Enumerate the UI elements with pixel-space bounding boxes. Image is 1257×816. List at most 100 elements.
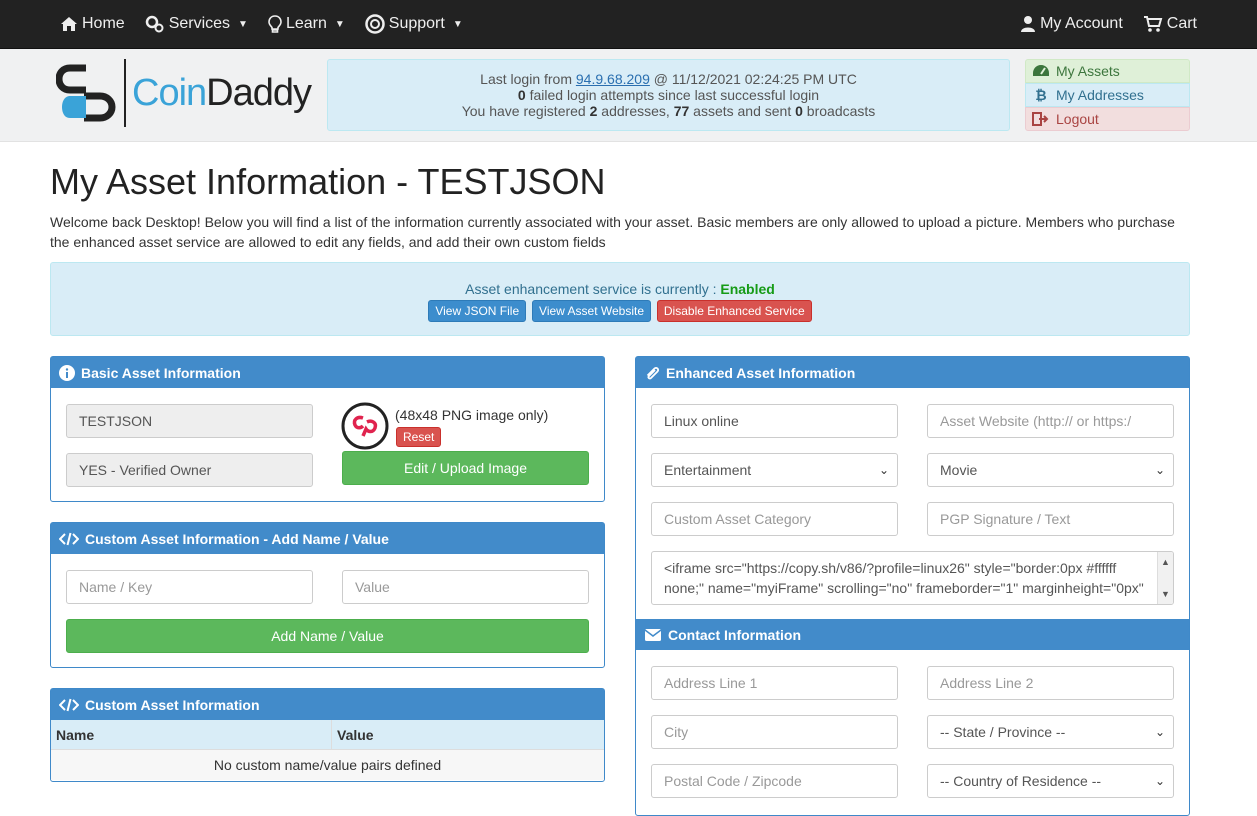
view-website-button[interactable]: View Asset Website (532, 300, 651, 322)
asset-name-field[interactable]: TESTJSON (66, 404, 313, 438)
upload-image-button[interactable]: Edit / Upload Image (342, 451, 589, 485)
caret-down-icon: ▼ (334, 18, 345, 30)
status-enabled-value: Enabled (720, 281, 775, 297)
nav-my-account-label: My Account (1040, 15, 1123, 32)
logo-wordmark: CoinDaddy (132, 71, 312, 114)
nav-support[interactable]: Support ▼ (365, 14, 463, 34)
basic-asset-panel: Basic Asset Information TESTJSON YES - V… (50, 356, 605, 502)
custom-category-input[interactable]: Custom Asset Category (651, 502, 898, 536)
account-menu: My Assets ₿ My Addresses Logout (1025, 59, 1190, 131)
page-intro: Welcome back Desktop! Below you will fin… (50, 214, 1175, 250)
textarea-scrollbar[interactable]: ▲ ▼ (1157, 552, 1173, 604)
custom-table-empty: No custom name/value pairs defined (51, 750, 604, 780)
address-line-1-input[interactable]: Address Line 1 (651, 666, 898, 700)
description-line-1: <iframe src="https://copy.sh/v86/?profil… (664, 560, 1117, 576)
custom-table-header: Name Value (51, 720, 604, 750)
info-circle-icon (59, 364, 75, 381)
code-icon (59, 698, 79, 711)
menu-my-assets[interactable]: My Assets (1025, 59, 1190, 83)
header-band: CoinDaddy Last login from 94.9.68.209 @ … (0, 49, 1257, 142)
add-name-value-button[interactable]: Add Name / Value (66, 619, 589, 653)
menu-my-addresses[interactable]: ₿ My Addresses (1025, 83, 1190, 107)
nav-support-label: Support (388, 15, 445, 32)
nav-home[interactable]: Home (60, 15, 125, 33)
description-textarea[interactable]: <iframe src="https://copy.sh/v86/?profil… (651, 551, 1174, 605)
menu-logout[interactable]: Logout (1025, 107, 1190, 131)
coindaddy-logo-mark (56, 64, 116, 122)
last-login-info: Last login from 94.9.68.209 @ 11/12/2021… (327, 59, 1010, 131)
description-line-2: none;" name="myiFrame" scrolling="no" fr… (664, 580, 1144, 596)
gears-icon (145, 15, 164, 33)
bitcoin-icon: ₿ (1035, 87, 1047, 103)
code-icon (59, 532, 79, 545)
status-actions: View JSON File View Asset Website Disabl… (51, 300, 1189, 322)
login-ip-link[interactable]: 94.9.68.209 (576, 71, 650, 87)
nav-services[interactable]: Services ▼ (145, 15, 248, 33)
nav-left: Home Services ▼ Learn ▼ Support ▼ (60, 14, 463, 34)
enhancement-status-box: Asset enhancement service is currently :… (50, 262, 1190, 336)
scroll-up-icon[interactable]: ▲ (1161, 552, 1170, 572)
column-name: Name (51, 720, 332, 749)
contact-info-header: Contact Information (636, 619, 1189, 650)
nav-learn[interactable]: Learn ▼ (268, 15, 345, 33)
main-content: My Asset Information - TESTJSON Welcome … (50, 142, 1190, 262)
coindaddy-logo[interactable]: CoinDaddy (56, 59, 312, 127)
cart-icon (1143, 16, 1163, 32)
failed-attempts-line: 0 failed login attempts since last succe… (517, 87, 820, 103)
nav-my-account[interactable]: My Account (1020, 15, 1123, 33)
nav-cart-label: Cart (1166, 15, 1197, 32)
reset-image-button[interactable]: Reset (396, 427, 442, 447)
custom-list-header: Custom Asset Information (51, 689, 604, 720)
nav-services-label: Services (168, 15, 231, 32)
basic-asset-header: Basic Asset Information (51, 357, 604, 388)
last-login-line: Last login from 94.9.68.209 @ 11/12/2021… (480, 71, 857, 87)
page-title: My Asset Information - TESTJSON (50, 161, 606, 202)
custom-name-input[interactable]: Name / Key (66, 570, 313, 604)
country-select[interactable]: -- Country of Residence -- ⌄ (927, 764, 1174, 798)
address-line-2-input[interactable]: Address Line 2 (927, 666, 1174, 700)
caret-down-icon: ▼ (238, 18, 248, 30)
pgp-signature-input[interactable]: PGP Signature / Text (927, 502, 1174, 536)
lightbulb-icon (268, 15, 282, 33)
custom-add-header: Custom Asset Information - Add Name / Va… (51, 523, 604, 554)
disable-service-button[interactable]: Disable Enhanced Service (656, 300, 812, 322)
asset-website-input[interactable]: Asset Website (http:// or https:/ (927, 404, 1174, 438)
chevron-down-icon: ⌄ (878, 463, 889, 477)
asset-display-name-input[interactable]: Linux online (651, 404, 898, 438)
enhanced-asset-panel: Enhanced Asset Information Linux online … (635, 356, 1190, 816)
column-value: Value (337, 726, 374, 743)
logo-divider (124, 59, 126, 127)
nav-right: My Account Cart (1020, 15, 1197, 33)
paperclip-icon (646, 366, 660, 379)
registration-summary-line: You have registered 2 addresses, 77 asse… (461, 103, 876, 119)
nav-learn-label: Learn (285, 15, 327, 32)
custom-add-panel: Custom Asset Information - Add Name / Va… (50, 522, 605, 668)
primary-category-select[interactable]: Entertainment ⌄ (651, 453, 898, 487)
custom-value-input[interactable]: Value (342, 570, 589, 604)
lifebuoy-icon (365, 14, 385, 34)
chevron-down-icon: ⌄ (1154, 725, 1165, 739)
owner-status-field[interactable]: YES - Verified Owner (66, 453, 313, 487)
image-size-note: (48x48 PNG image only) (395, 407, 549, 423)
secondary-category-select[interactable]: Movie ⌄ (927, 453, 1174, 487)
scroll-down-icon[interactable]: ▼ (1161, 584, 1170, 604)
enhancement-status-line: Asset enhancement service is currently :… (465, 281, 775, 297)
enhanced-asset-header: Enhanced Asset Information (636, 357, 1189, 388)
nav-cart[interactable]: Cart (1143, 15, 1197, 33)
user-icon (1021, 16, 1036, 32)
city-input[interactable]: City (651, 715, 898, 749)
dashboard-icon (1033, 65, 1049, 76)
custom-list-panel: Custom Asset Information Name Value No c… (50, 688, 605, 782)
home-icon (61, 17, 77, 31)
logout-icon (1032, 112, 1049, 126)
view-json-button[interactable]: View JSON File (428, 300, 527, 322)
asset-image-icon (341, 402, 389, 450)
chevron-down-icon: ⌄ (1154, 463, 1165, 477)
chevron-down-icon: ⌄ (1154, 774, 1165, 788)
envelope-icon (644, 628, 662, 641)
caret-down-icon: ▼ (452, 18, 463, 30)
state-select[interactable]: -- State / Province -- ⌄ (927, 715, 1174, 749)
nav-home-label: Home (82, 15, 125, 32)
postal-code-input[interactable]: Postal Code / Zipcode (651, 764, 898, 798)
top-navbar: Home Services ▼ Learn ▼ Support ▼ My Acc… (0, 0, 1257, 49)
